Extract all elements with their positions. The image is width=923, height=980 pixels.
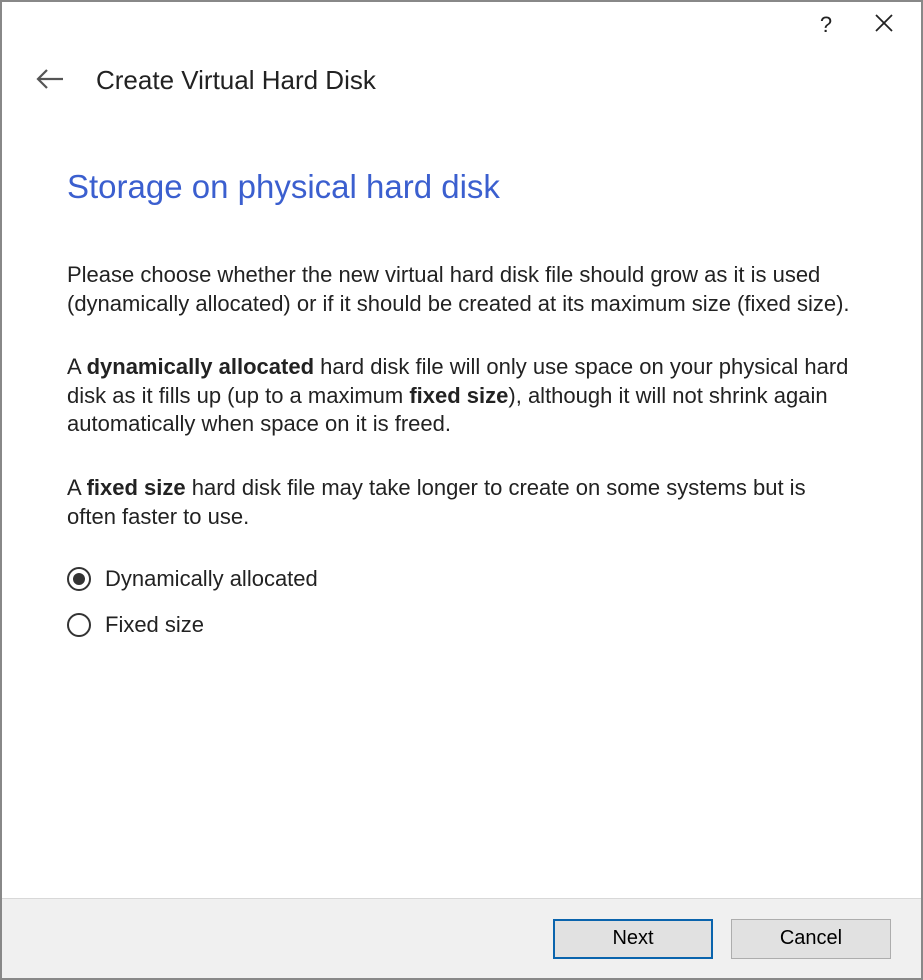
back-arrow-icon	[35, 67, 65, 94]
storage-type-radio-group: Dynamically allocated Fixed size	[67, 566, 856, 638]
fixed-paragraph: A fixed size hard disk file may take lon…	[67, 474, 856, 531]
back-button[interactable]	[32, 62, 68, 98]
radio-indicator-icon	[67, 567, 91, 591]
page-title: Create Virtual Hard Disk	[96, 65, 376, 96]
section-title: Storage on physical hard disk	[67, 168, 856, 206]
close-button[interactable]	[855, 2, 913, 47]
help-icon: ?	[820, 12, 832, 38]
close-icon	[874, 9, 894, 40]
radio-label: Dynamically allocated	[105, 566, 318, 592]
text-bold: dynamically allocated	[87, 354, 314, 379]
next-button[interactable]: Next	[553, 919, 713, 959]
dynamic-paragraph: A dynamically allocated hard disk file w…	[67, 353, 856, 439]
help-button[interactable]: ?	[797, 2, 855, 47]
footer: Next Cancel	[2, 898, 921, 978]
text-bold: fixed size	[87, 475, 186, 500]
text-bold: fixed size	[409, 383, 508, 408]
radio-indicator-icon	[67, 613, 91, 637]
wizard-dialog: ? Create Virtual Hard Disk Storage on ph…	[0, 0, 923, 980]
radio-dynamically-allocated[interactable]: Dynamically allocated	[67, 566, 856, 592]
text-fragment: A	[67, 475, 87, 500]
titlebar: ?	[2, 2, 921, 47]
header: Create Virtual Hard Disk	[2, 47, 921, 118]
cancel-button[interactable]: Cancel	[731, 919, 891, 959]
radio-label: Fixed size	[105, 612, 204, 638]
radio-fixed-size[interactable]: Fixed size	[67, 612, 856, 638]
text-fragment: A	[67, 354, 87, 379]
intro-paragraph: Please choose whether the new virtual ha…	[67, 261, 856, 318]
content-area: Storage on physical hard disk Please cho…	[2, 118, 921, 898]
